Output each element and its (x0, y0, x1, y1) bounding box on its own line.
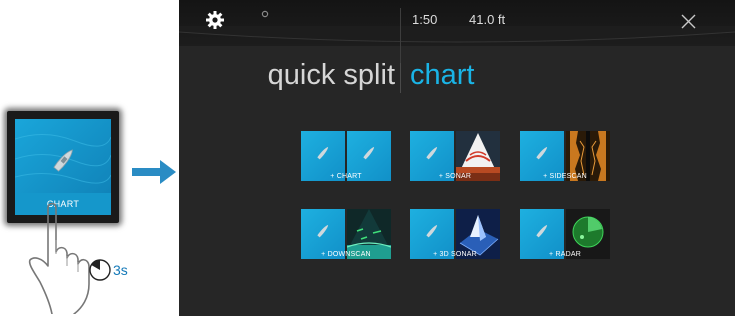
title-chart: chart (410, 59, 475, 91)
status-bar-edge (179, 26, 735, 43)
split-option-label: + SIDESCAN (543, 173, 587, 180)
hand-icon (28, 202, 90, 314)
gear-icon[interactable] (205, 10, 225, 30)
split-option-label: + SONAR (438, 173, 472, 180)
hold-duration-label: 3s (113, 262, 128, 278)
time-readout: 1:50 (412, 12, 438, 27)
split-option-3d-sonar[interactable]: + 3D SONAR (410, 209, 500, 259)
split-option-label: + CHART (330, 173, 362, 180)
arrow-right-icon (132, 160, 176, 184)
close-icon[interactable] (681, 14, 696, 29)
split-option-label: + 3D SONAR (433, 251, 477, 258)
split-option-label: + DOWNSCAN (321, 251, 371, 258)
split-option-chart[interactable]: + CHART (301, 131, 391, 181)
boat-icon (53, 149, 73, 172)
split-option-sidescan[interactable]: + SIDESCAN (520, 131, 610, 181)
title-divider (400, 63, 401, 93)
title-quick-split: quick split (267, 59, 395, 91)
page-title: quick split chart (179, 59, 735, 103)
depth-readout: 41.0 ft (469, 12, 506, 27)
split-option-label: + RADAR (549, 251, 581, 258)
timer-icon (89, 259, 111, 281)
split-option-sonar[interactable]: + SONAR (410, 131, 500, 181)
device-screen: 1:50 41.0 ft quick split chart + CHART +… (179, 0, 735, 316)
gps-indicator-icon (261, 10, 269, 18)
split-option-radar[interactable]: + RADAR (520, 209, 610, 259)
split-option-downscan[interactable]: + DOWNSCAN (301, 209, 391, 259)
